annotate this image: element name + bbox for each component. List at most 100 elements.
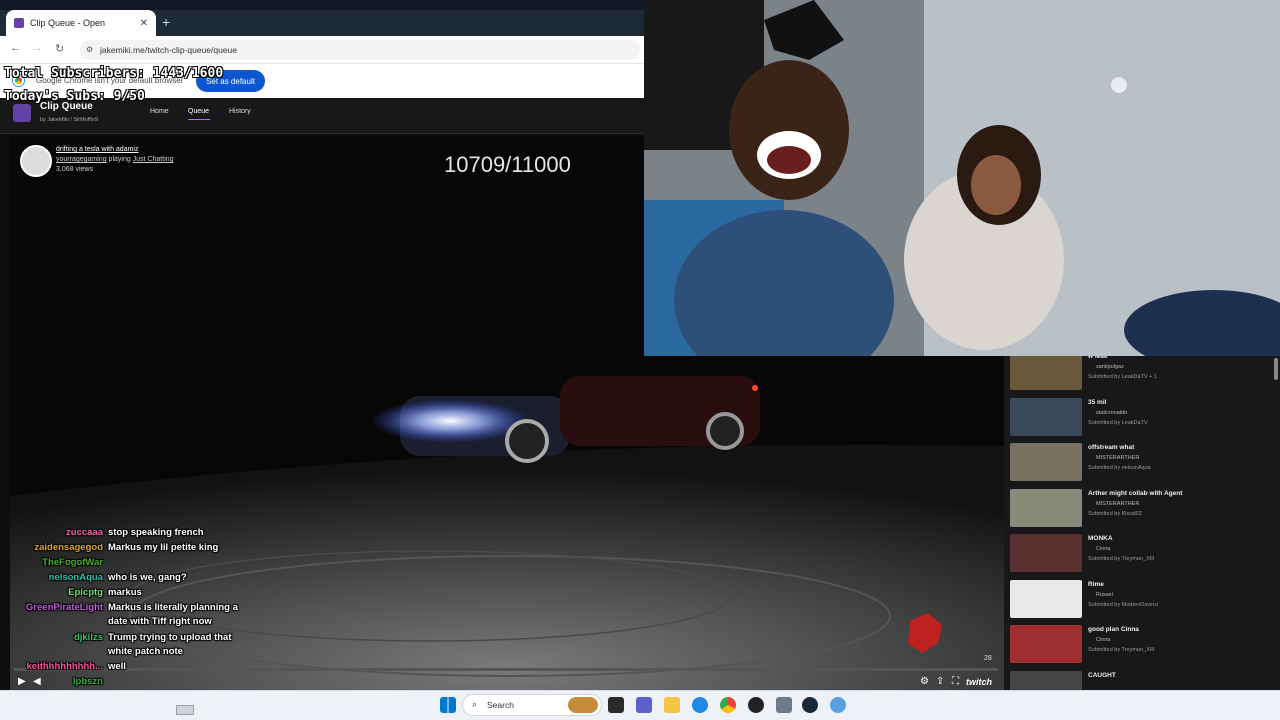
address-bar-row: jakemiki.me/twitch-clip-queue/queue ⚙ <box>0 36 644 64</box>
queue-item[interactable]: CAUGHT <box>1010 669 1274 692</box>
queue-thumbnail[interactable] <box>1010 579 1082 618</box>
queue-item[interactable]: 35 mil staticronaldo Submitted by LeakDaTV <box>1010 396 1274 438</box>
steam-icon[interactable] <box>802 697 818 713</box>
queue-thumbnail[interactable] <box>1010 534 1082 572</box>
url-field[interactable]: jakemiki.me/twitch-clip-queue/queue <box>80 40 640 60</box>
queue-item-channel: Cinna <box>1096 637 1111 643</box>
chat-username[interactable]: GreenPirateLight <box>26 601 103 615</box>
queue-item-submitter: Submitted by Kloud02 <box>1088 510 1142 517</box>
author-link[interactable]: SirMuffin9 <box>73 117 98 123</box>
search-icon: ⌕ <box>472 699 478 709</box>
queue-item-title: MONKA <box>1088 535 1113 542</box>
edge-icon[interactable] <box>692 697 708 713</box>
total-subscribers-overlay: Total Subscribers: 1443/1600 <box>4 66 224 81</box>
queue-item-title: 35 mil <box>1088 398 1107 406</box>
task-view-icon[interactable] <box>608 697 624 713</box>
new-tab-icon[interactable]: + <box>162 14 176 32</box>
queue-item-title: Rime <box>1088 580 1104 588</box>
queue-item-title: good plan Cinna <box>1088 626 1139 633</box>
back-icon[interactable]: ← <box>10 42 24 58</box>
chat-username[interactable]: keithhhhhhhhh... <box>26 660 103 674</box>
queue-item-channel: santipulgaz <box>1096 364 1124 370</box>
goal-counter: 10709/11000 <box>444 152 571 177</box>
file-explorer-icon[interactable] <box>664 697 680 713</box>
queue-thumbnail[interactable] <box>1010 397 1082 436</box>
twitch-logo[interactable]: twitch <box>966 677 992 687</box>
chat-username[interactable]: zuccaaa <box>66 526 103 540</box>
chat-text: white patch note <box>108 646 183 657</box>
author-link[interactable]: JakeMiki <box>47 117 68 123</box>
queue-item[interactable]: w leak santipulgaz Submitted by LeakDaTV +… <box>1010 356 1274 392</box>
chat-text: who is we, gang? <box>108 572 187 583</box>
settings-icon[interactable]: ⚙ <box>920 676 929 687</box>
queue-item-title: w leak <box>1088 356 1108 360</box>
queue-item-submitter: Submitted by nelsonAqua <box>1088 465 1151 471</box>
clipqueue-byline: by JakeMiki / SirMuffin9 <box>40 117 99 123</box>
clip-avatar[interactable] <box>20 145 52 177</box>
clipqueue-logo-icon <box>13 104 31 122</box>
clip-views: 3,068 views <box>56 166 93 173</box>
browser-tab[interactable]: Clip Queue - Open ✕ <box>6 10 156 36</box>
queue-item-submitter: Submitted by Treyman_XIII <box>1088 647 1155 653</box>
chat-username[interactable]: zaidensagegod <box>34 541 103 555</box>
close-tab-icon[interactable]: ✕ <box>140 18 148 29</box>
teams-icon[interactable] <box>636 697 652 713</box>
queue-item-title: Arther might collab with Agent <box>1088 489 1183 497</box>
clip-meta: yourragegaming playing Just Chatting <box>56 156 174 163</box>
chat-text: markus <box>108 587 142 598</box>
queue-item-submitter: Submitted by ModernDavinci <box>1088 601 1159 608</box>
queue-scrollbar[interactable] <box>1274 358 1278 380</box>
webcam-image <box>644 0 1280 356</box>
nav-history[interactable]: History <box>229 108 251 115</box>
chat-username[interactable]: lpbszn <box>73 675 103 689</box>
chrome-icon[interactable] <box>720 697 736 713</box>
queue-item-channel: MISTERARTHER <box>1096 455 1140 461</box>
clip-title[interactable]: drifting a tesla with adamiz <box>56 146 138 153</box>
playing-label: playing <box>108 156 131 163</box>
chat-username[interactable]: Epicptg <box>68 586 103 600</box>
widgets-icon[interactable] <box>568 697 598 713</box>
keyboard-icon[interactable] <box>176 705 194 715</box>
forward-icon[interactable]: → <box>32 42 46 58</box>
queue-item[interactable]: good plan Cinna Cinna Submitted by Treyman… <box>1010 623 1274 665</box>
chat-username[interactable]: nelsonAqua <box>49 571 103 585</box>
queue-item-submitter: Submitted by LeakDaTV + 1 <box>1088 374 1157 380</box>
queue-item[interactable]: offstream what MISTERARTHER Submitted by n… <box>1010 441 1274 483</box>
webcam-feed <box>644 0 1280 356</box>
obs-icon[interactable] <box>748 697 764 713</box>
clip-channel[interactable]: yourragegaming <box>56 156 107 163</box>
settings-app-icon[interactable] <box>776 697 792 713</box>
share-icon[interactable]: ⇪ <box>936 676 944 687</box>
windows-start-icon[interactable] <box>440 697 456 713</box>
site-info-icon[interactable]: ⚙ <box>86 45 93 54</box>
nav-queue[interactable]: Queue <box>188 108 209 115</box>
chat-username[interactable]: TheFogofWar <box>42 556 103 570</box>
queue-thumbnail[interactable] <box>1010 443 1082 481</box>
chat-text: stop speaking french <box>108 527 204 538</box>
queue-thumbnail[interactable] <box>1010 488 1082 527</box>
chat-text: well <box>108 661 126 672</box>
queue-item-title: offstream what <box>1088 444 1135 451</box>
queue-thumbnail[interactable] <box>1010 625 1082 663</box>
queue-item-channel: Russel <box>1096 591 1113 598</box>
queue-thumbnail[interactable] <box>1010 356 1082 390</box>
queue-item-submitter: Submitted by LeakDaTV <box>1088 419 1148 426</box>
queue-list: w leak santipulgaz Submitted by LeakDaTV +… <box>1004 356 1280 692</box>
queue-item-channel: staticronaldo <box>1096 409 1128 416</box>
queue-item[interactable]: Rime Russel Submitted by ModernDavinci <box>1010 578 1274 620</box>
queue-thumbnail[interactable] <box>1010 670 1082 692</box>
nav-home[interactable]: Home <box>150 108 169 115</box>
chat-username[interactable]: djkilzs <box>74 631 103 645</box>
time-badge: 28 <box>984 655 992 662</box>
reload-icon[interactable]: ↻ <box>55 42 69 58</box>
active-tab-indicator <box>188 119 210 120</box>
fullscreen-icon[interactable]: ⛶ <box>952 676 959 687</box>
today-subs-overlay: Today's Subs: 9/50 <box>4 89 145 104</box>
queue-item[interactable]: MONKA Cinna Submitted by Treyman_XIII <box>1010 532 1274 574</box>
clip-game[interactable]: Just Chatting <box>133 156 174 163</box>
queue-item-channel: Cinna <box>1096 546 1111 552</box>
chat-text: date with Tiff right now <box>108 616 212 627</box>
queue-item[interactable]: Arther might collab with Agent MISTERARTH… <box>1010 487 1274 529</box>
chat-text: Markus is literally planning a <box>108 602 238 613</box>
app-icon[interactable] <box>830 697 846 713</box>
